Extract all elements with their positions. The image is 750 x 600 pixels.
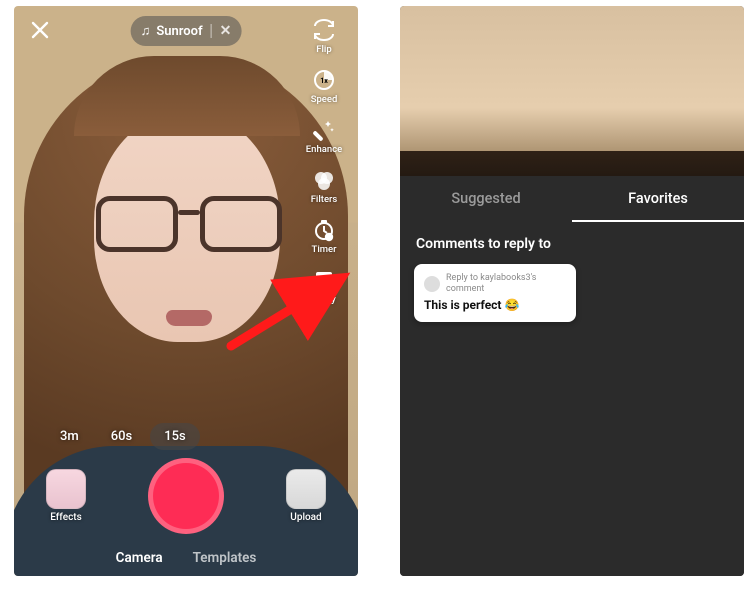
reply-icon xyxy=(312,268,336,292)
comment-card[interactable]: Reply to kaylabooks3's comment This is p… xyxy=(414,264,576,322)
filters-button[interactable]: Filters xyxy=(311,168,338,205)
enhance-icon xyxy=(312,118,336,142)
mode-templates[interactable]: Templates xyxy=(193,550,257,566)
filters-label: Filters xyxy=(311,194,338,205)
reply-picker-screen: Suggested Favorites Comments to reply to… xyxy=(400,6,744,576)
timer-button[interactable]: 3 Timer xyxy=(312,218,337,255)
camera-preview-background xyxy=(400,6,744,176)
effects-label: Effects xyxy=(50,512,82,523)
sound-label: Sunroof xyxy=(156,24,202,39)
flip-icon xyxy=(312,18,336,42)
tab-favorites[interactable]: Favorites xyxy=(572,176,744,220)
reply-tabs: Suggested Favorites xyxy=(400,176,744,220)
comment-text: This is perfect 😂 xyxy=(424,298,566,312)
upload-thumb xyxy=(286,469,326,509)
bottom-controls: Effects Upload xyxy=(14,458,358,534)
divider xyxy=(211,24,212,38)
filters-icon xyxy=(312,168,336,192)
enhance-button[interactable]: Enhance xyxy=(306,118,342,155)
effects-thumb xyxy=(46,469,86,509)
sound-picker[interactable]: ♫ Sunroof ✕ xyxy=(131,16,242,46)
duration-selector: 3m 60s 15s xyxy=(46,423,200,450)
speed-icon: 1x xyxy=(312,68,336,92)
svg-text:3: 3 xyxy=(327,233,331,241)
effects-button[interactable]: Effects xyxy=(46,469,86,523)
flip-button[interactable]: Flip xyxy=(312,18,336,55)
clear-sound-icon[interactable]: ✕ xyxy=(220,23,232,39)
timer-icon: 3 xyxy=(312,218,336,242)
speed-button[interactable]: 1x Speed xyxy=(311,68,338,105)
reply-to-label: Reply to kaylabooks3's comment xyxy=(446,273,566,295)
reply-button[interactable]: Reply xyxy=(312,268,336,305)
timer-label: Timer xyxy=(312,244,337,255)
mode-selector: Camera Templates xyxy=(14,550,358,566)
mode-camera[interactable]: Camera xyxy=(116,550,163,566)
reply-label: Reply xyxy=(312,294,335,305)
music-note-icon: ♫ xyxy=(141,23,151,39)
svg-text:1x: 1x xyxy=(320,77,328,85)
avatar xyxy=(424,276,440,292)
duration-3m[interactable]: 3m xyxy=(46,423,93,450)
tab-suggested[interactable]: Suggested xyxy=(400,176,572,220)
upload-label: Upload xyxy=(290,512,321,523)
record-button[interactable] xyxy=(148,458,224,534)
flip-label: Flip xyxy=(316,44,331,55)
speed-label: Speed xyxy=(311,94,338,105)
close-button[interactable] xyxy=(30,20,50,40)
duration-15s[interactable]: 15s xyxy=(150,423,199,450)
camera-screen: ♫ Sunroof ✕ Flip 1x Speed xyxy=(14,6,358,576)
enhance-label: Enhance xyxy=(306,144,342,155)
tool-rail: Flip 1x Speed Enhance Filters xyxy=(296,18,352,305)
duration-60s[interactable]: 60s xyxy=(97,423,146,450)
upload-button[interactable]: Upload xyxy=(286,469,326,523)
section-title: Comments to reply to xyxy=(400,222,744,264)
